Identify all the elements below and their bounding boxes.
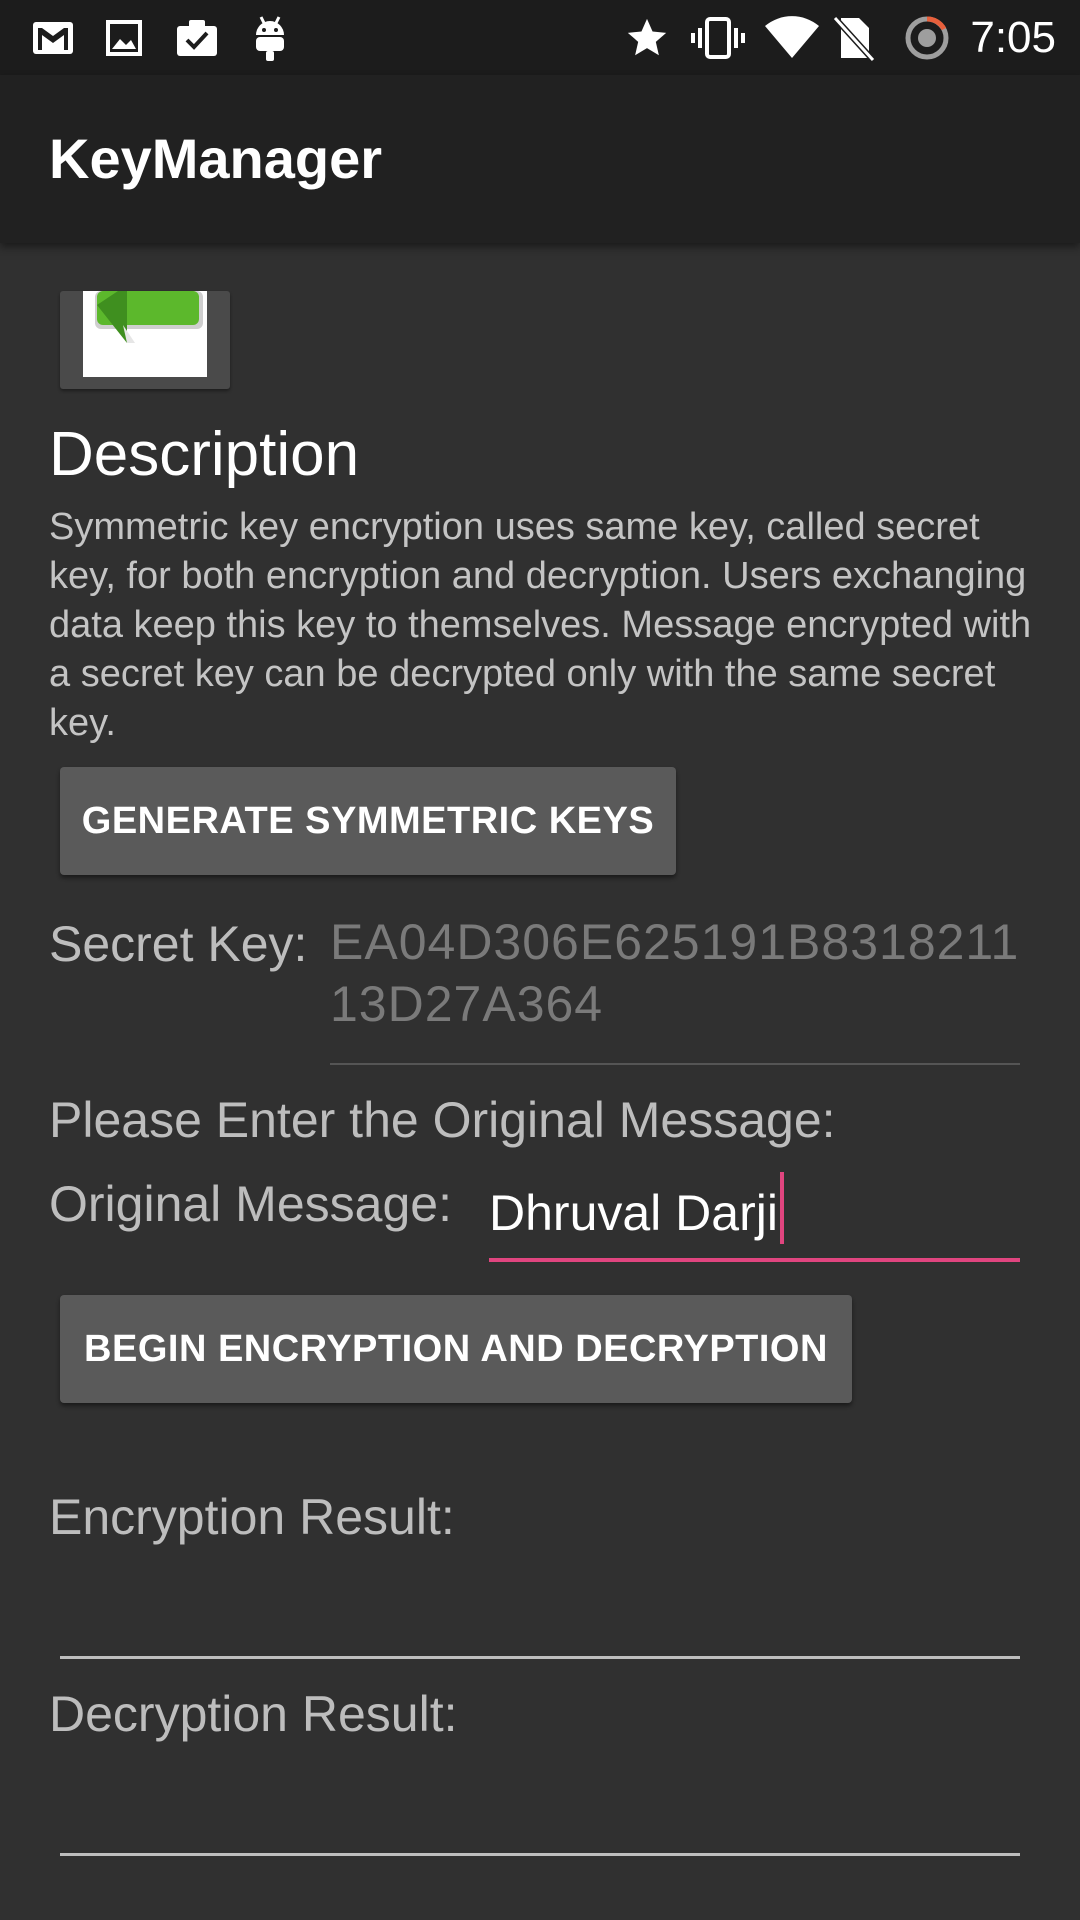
vibrate-icon bbox=[690, 12, 746, 64]
generate-symmetric-keys-button[interactable]: GENERATE SYMMETRIC KEYS bbox=[60, 767, 676, 875]
secret-key-value[interactable]: EA04D306E625191B831821113D27A364 bbox=[330, 911, 1030, 1035]
photo-icon bbox=[104, 12, 144, 64]
text-cursor bbox=[779, 1172, 784, 1244]
encryption-result-underline bbox=[60, 1656, 1020, 1659]
clipboard-check-icon bbox=[174, 12, 220, 64]
green-back-arrow-icon bbox=[95, 291, 203, 343]
description-body: Symmetric key encryption uses same key, … bbox=[49, 506, 1032, 744]
no-sim-icon bbox=[830, 12, 876, 64]
secret-key-label: Secret Key: bbox=[49, 916, 308, 972]
app-bar: KeyManager bbox=[0, 75, 1080, 243]
back-image-button[interactable] bbox=[60, 291, 230, 389]
back-arrow-tile bbox=[83, 291, 207, 377]
star-icon bbox=[622, 12, 672, 64]
begin-encryption-decryption-button[interactable]: BEGIN ENCRYPTION AND DECRYPTION bbox=[60, 1295, 852, 1403]
android-icon bbox=[250, 12, 290, 64]
original-message-underline bbox=[489, 1258, 1020, 1262]
decryption-result-underline bbox=[60, 1853, 1020, 1856]
secret-key-underline bbox=[330, 1063, 1020, 1065]
original-message-label: Original Message: bbox=[49, 1176, 452, 1232]
status-bar: 7:05 bbox=[0, 0, 1080, 75]
original-message-text: Dhruval Darji bbox=[489, 1185, 778, 1241]
app-title: KeyManager bbox=[49, 127, 383, 190]
message-prompt: Please Enter the Original Message: bbox=[49, 1092, 836, 1148]
gmail-icon bbox=[30, 12, 76, 64]
wifi-icon bbox=[762, 12, 822, 64]
decryption-result-label: Decryption Result: bbox=[49, 1686, 458, 1742]
encryption-result-label: Encryption Result: bbox=[49, 1489, 455, 1545]
status-time: 7:05 bbox=[970, 13, 1056, 62]
original-message-input[interactable]: Dhruval Darji bbox=[489, 1172, 784, 1245]
description-heading: Description bbox=[49, 420, 360, 489]
sync-icon bbox=[904, 12, 950, 64]
